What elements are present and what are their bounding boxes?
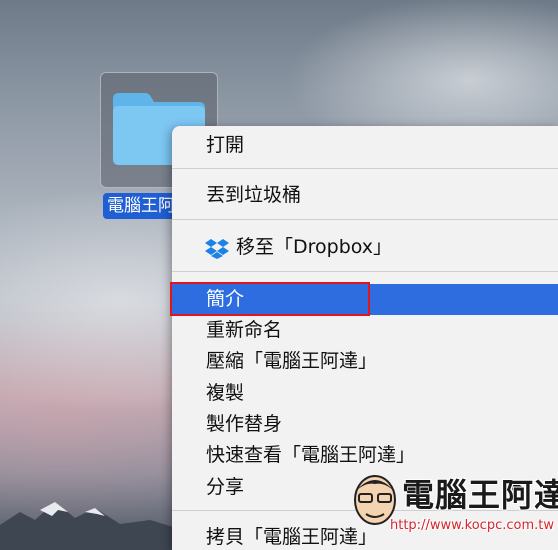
menu-item-quick-look[interactable]: 快速查看「電腦王阿達」 [172, 440, 558, 471]
menu-item-move-to-dropbox[interactable]: 移至「Dropbox」 [172, 232, 558, 263]
mountain-silhouette [0, 502, 200, 550]
annotation-highlight-box [170, 282, 370, 316]
menu-item-make-alias[interactable]: 製作替身 [172, 409, 558, 440]
menu-item-duplicate[interactable]: 複製 [172, 378, 558, 409]
dropbox-icon [205, 239, 229, 259]
menu-separator [172, 168, 558, 169]
watermark: 電腦王阿達 http://www.kocpc.com.tw [350, 468, 558, 540]
menu-item-rename[interactable]: 重新命名 [172, 315, 558, 346]
watermark-title: 電腦王阿達 [402, 476, 558, 514]
menu-item-open[interactable]: 打開 [172, 130, 558, 161]
menu-separator [172, 271, 558, 272]
menu-item-move-to-trash[interactable]: 丟到垃圾桶 [172, 180, 558, 211]
watermark-url: http://www.kocpc.com.tw [390, 518, 554, 533]
menu-item-label: 移至「Dropbox」 [236, 236, 393, 258]
menu-item-compress[interactable]: 壓縮「電腦王阿達」 [172, 346, 558, 377]
folder-name-label[interactable]: 電腦王阿達 [103, 193, 181, 219]
menu-separator [172, 219, 558, 220]
